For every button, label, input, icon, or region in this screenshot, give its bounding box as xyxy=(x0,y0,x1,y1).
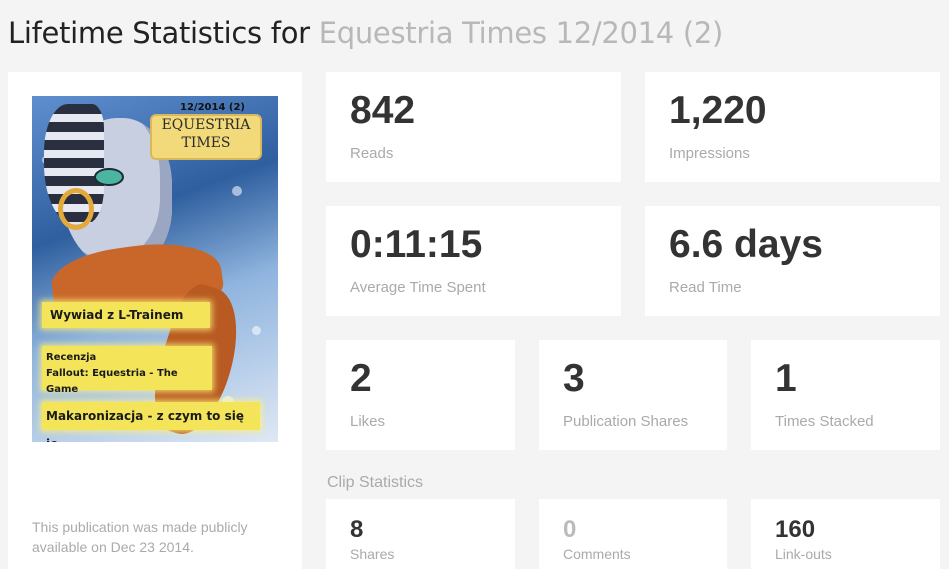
likes-label: Likes xyxy=(350,413,386,430)
publication-name[interactable]: Equestria Times 12/2014 (2) xyxy=(319,16,724,50)
reads-label: Reads xyxy=(350,145,394,162)
stat-card-impressions: 1,220 Impressions xyxy=(645,72,940,182)
clip-linkouts-value: 160 xyxy=(775,516,816,543)
stat-card-read-time: 6.6 days Read Time xyxy=(645,206,940,316)
clip-card-comments: 0 Comments xyxy=(539,499,727,569)
clip-comments-value: 0 xyxy=(563,516,577,543)
masthead-line1: EQUESTRIA xyxy=(161,117,251,133)
average-time-value: 0:11:15 xyxy=(350,223,483,266)
times-stacked-value: 1 xyxy=(775,357,797,400)
stat-card-reads: 842 Reads xyxy=(326,72,621,182)
impressions-label: Impressions xyxy=(669,145,750,162)
cover-issue: 12/2014 (2) xyxy=(180,102,245,113)
clip-card-linkouts: 160 Link-outs xyxy=(751,499,940,569)
read-time-value: 6.6 days xyxy=(669,223,823,266)
stat-card-average-time: 0:11:15 Average Time Spent xyxy=(326,206,621,316)
clip-linkouts-label: Link-outs xyxy=(775,546,832,562)
clip-statistics-title: Clip Statistics xyxy=(327,474,424,491)
publication-shares-label: Publication Shares xyxy=(563,413,689,430)
reads-value: 842 xyxy=(350,89,416,132)
read-time-label: Read Time xyxy=(669,279,742,296)
cover-panel: 12/2014 (2) EQUESTRIA TIMES Wywiad z L-T… xyxy=(8,72,302,569)
stat-card-times-stacked: 1 Times Stacked xyxy=(751,340,940,450)
stat-card-publication-shares: 3 Publication Shares xyxy=(539,340,727,450)
publication-cover-image[interactable]: 12/2014 (2) EQUESTRIA TIMES Wywiad z L-T… xyxy=(32,96,278,442)
cover-headline-2: Recenzja Fallout: Equestria - The Game xyxy=(42,346,212,395)
average-time-label: Average Time Spent xyxy=(350,279,486,296)
times-stacked-label: Times Stacked xyxy=(775,413,874,430)
clip-shares-value: 8 xyxy=(350,516,364,543)
cover-headline-3: Makaronizacja - z czym to się je xyxy=(42,402,260,442)
clip-card-shares: 8 Shares xyxy=(326,499,515,569)
likes-value: 2 xyxy=(350,357,372,400)
cover-masthead: 12/2014 (2) EQUESTRIA TIMES xyxy=(152,102,262,158)
publication-date-note: This publication was made publicly avail… xyxy=(32,519,248,555)
stat-card-likes: 2 Likes xyxy=(326,340,515,450)
cover-banner: EQUESTRIA TIMES xyxy=(152,116,260,158)
clip-shares-label: Shares xyxy=(350,546,395,562)
impressions-value: 1,220 xyxy=(669,89,767,132)
pony-eye xyxy=(94,168,124,186)
clip-comments-label: Comments xyxy=(563,546,631,562)
page-title: Lifetime Statistics for Equestria Times … xyxy=(8,16,723,50)
cover-headline-1: Wywiad z L-Trainem xyxy=(42,302,210,328)
publication-shares-value: 3 xyxy=(563,357,585,400)
earring xyxy=(58,188,94,230)
masthead-line2: TIMES xyxy=(181,135,231,151)
page-title-prefix: Lifetime Statistics for xyxy=(8,16,310,50)
